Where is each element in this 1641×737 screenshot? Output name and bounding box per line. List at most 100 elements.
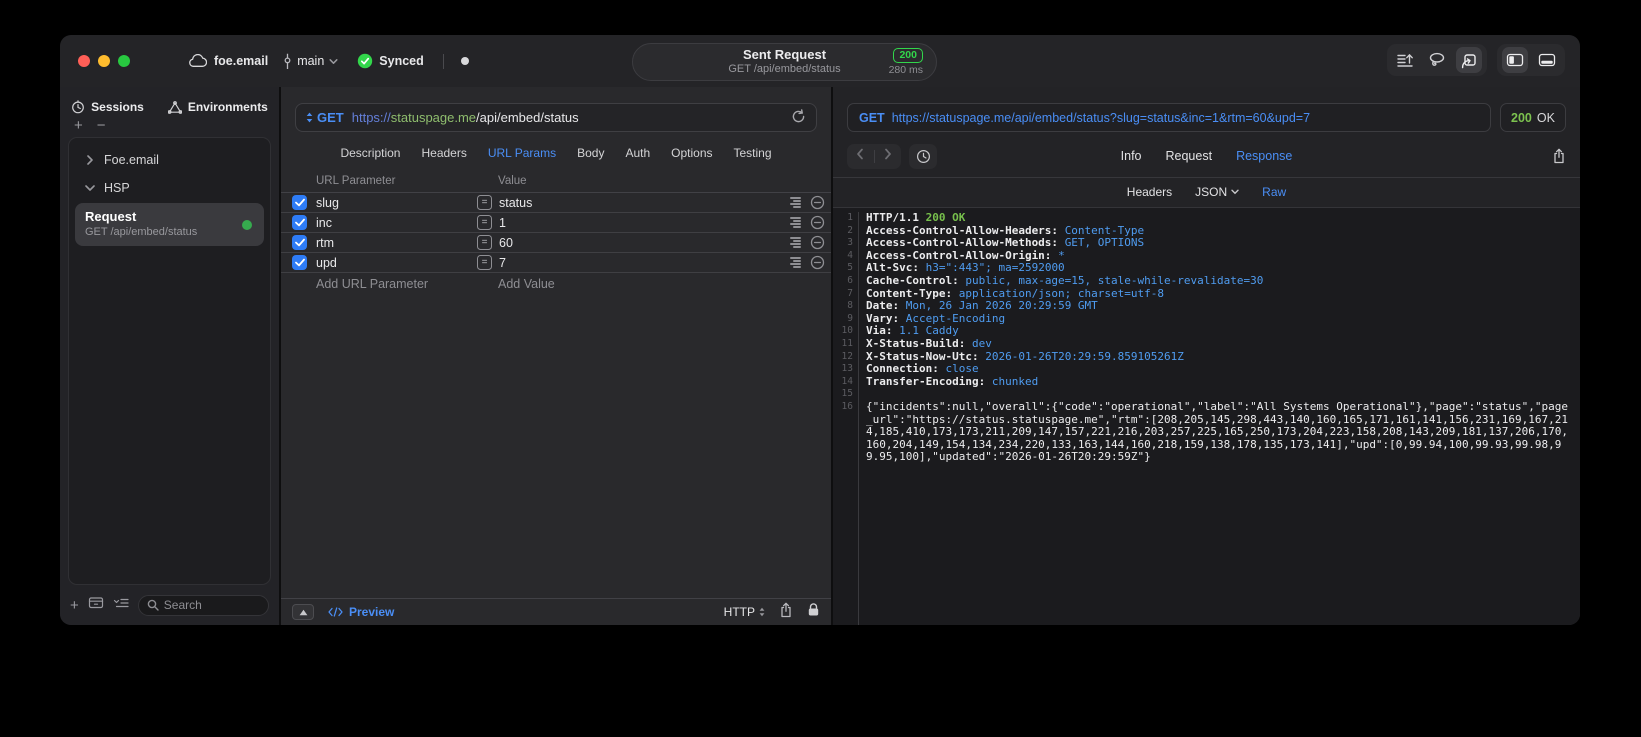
remove-item-button[interactable]: − xyxy=(97,118,106,133)
request-item-title: Request xyxy=(85,209,137,224)
resp-subtab-headers[interactable]: Headers xyxy=(1127,185,1172,199)
tab-testing[interactable]: Testing xyxy=(734,146,772,160)
sidebar-item-foe-email[interactable]: Foe.email xyxy=(69,146,270,174)
param-value-field[interactable]: 1 xyxy=(499,216,790,230)
chevron-left-icon xyxy=(857,148,864,160)
code-line: 16 {"incidents":null,"overall":{"code":"o… xyxy=(833,400,1580,464)
remove-param-button[interactable] xyxy=(810,195,825,210)
history-button[interactable] xyxy=(909,143,937,169)
lasso-button[interactable] xyxy=(1424,47,1450,73)
multiline-value-icon[interactable] xyxy=(790,197,801,208)
param-value-field[interactable]: 60 xyxy=(499,236,790,250)
zoom-window-button[interactable] xyxy=(118,55,130,67)
param-checkbox[interactable] xyxy=(292,235,307,250)
expand-panel-button[interactable] xyxy=(292,604,314,620)
resp-subtab-raw[interactable]: Raw xyxy=(1262,185,1286,199)
resp-subtab-json[interactable]: JSON xyxy=(1195,185,1239,199)
tree-item-label: Foe.email xyxy=(104,153,159,167)
resend-button[interactable] xyxy=(791,108,806,127)
param-name-field[interactable]: inc xyxy=(316,216,477,230)
lock-button[interactable] xyxy=(807,602,820,622)
request-active-dot xyxy=(242,219,252,230)
sessions-panel: Foe.email HSP Request GET /api/embed/stat… xyxy=(68,137,271,585)
param-row: upd = 7 xyxy=(281,253,831,273)
code-icon xyxy=(328,607,343,617)
list-options-button[interactable] xyxy=(113,596,129,614)
tab-auth[interactable]: Auth xyxy=(625,146,650,160)
param-checkbox[interactable] xyxy=(292,255,307,270)
tab-environments[interactable]: Environments xyxy=(167,100,268,114)
export-button[interactable] xyxy=(779,602,793,623)
resp-tab-request[interactable]: Request xyxy=(1166,149,1213,163)
sent-request-pill[interactable]: Sent Request GET /api/embed/status 200 2… xyxy=(632,43,937,81)
tab-url-params[interactable]: URL Params xyxy=(488,146,556,160)
project-name[interactable]: foe.email xyxy=(214,54,268,68)
sidebar-item-request[interactable]: Request GET /api/embed/status xyxy=(75,203,264,246)
method-select[interactable]: GET xyxy=(317,110,344,125)
preview-button[interactable]: Preview xyxy=(328,605,394,619)
sync-status-label: Synced xyxy=(379,54,424,68)
sent-method: GET xyxy=(859,110,885,125)
param-value-field[interactable]: status xyxy=(499,196,790,210)
refresh-icon xyxy=(792,108,805,122)
response-nav: Info Request Response xyxy=(847,143,1566,169)
tab-options[interactable]: Options xyxy=(671,146,712,160)
search-input[interactable]: Search xyxy=(137,594,269,616)
share-response-button[interactable] xyxy=(1552,148,1566,164)
minimize-window-button[interactable] xyxy=(98,55,110,67)
tab-sessions[interactable]: Sessions xyxy=(71,100,144,114)
cloud-icon xyxy=(188,54,207,68)
branch-name: main xyxy=(297,54,325,68)
new-request-button[interactable]: + xyxy=(70,597,79,614)
param-name-field[interactable]: rtm xyxy=(316,236,477,250)
url-bar[interactable]: GET https://statuspage.me/api/embed/stat… xyxy=(295,103,817,132)
branch-selector[interactable]: main xyxy=(283,53,338,70)
remove-param-button[interactable] xyxy=(810,235,825,250)
param-name-field[interactable]: slug xyxy=(316,196,477,210)
resp-tab-info[interactable]: Info xyxy=(1121,149,1142,163)
remove-param-button[interactable] xyxy=(810,255,825,270)
share-icon xyxy=(781,602,791,617)
toggle-bottom-panel-button[interactable] xyxy=(1534,47,1560,73)
sent-url: https://statuspage.me/api/embed/status?s… xyxy=(891,110,1311,125)
multiline-value-icon[interactable] xyxy=(790,257,801,268)
remove-param-button[interactable] xyxy=(810,215,825,230)
multiline-value-icon[interactable] xyxy=(790,217,801,228)
response-raw-view[interactable]: 1 HTTP/1.1 200 OK 2 Access-Control-Allow-He… xyxy=(833,207,1580,625)
add-param-name-field[interactable]: Add URL Parameter xyxy=(316,277,498,291)
toggle-left-sidebar-button[interactable] xyxy=(1502,47,1528,73)
resp-tab-response[interactable]: Response xyxy=(1236,149,1292,163)
new-group-button[interactable] xyxy=(88,596,104,614)
request-duration: 280 ms xyxy=(888,64,923,76)
column-value: Value xyxy=(498,175,527,187)
url-scheme: https:// xyxy=(351,110,391,125)
tab-headers[interactable]: Headers xyxy=(421,146,466,160)
request-queue-button[interactable] xyxy=(1392,47,1418,73)
param-checkbox[interactable] xyxy=(292,215,307,230)
sidebar-left-icon xyxy=(1506,53,1524,67)
list-icon xyxy=(113,598,129,608)
close-window-button[interactable] xyxy=(78,55,90,67)
param-value-field[interactable]: 7 xyxy=(499,256,790,270)
multiline-value-icon[interactable] xyxy=(790,237,801,248)
sent-requests-panel-button[interactable] xyxy=(1456,47,1482,73)
tab-sessions-label: Sessions xyxy=(91,100,144,114)
line-number: 7 xyxy=(833,287,859,301)
param-checkbox[interactable] xyxy=(292,195,307,210)
chevron-down-icon xyxy=(85,184,95,192)
sidebar-item-hsp[interactable]: HSP xyxy=(69,174,270,202)
protocol-select[interactable]: HTTP xyxy=(724,605,765,619)
tab-description[interactable]: Description xyxy=(340,146,400,160)
param-name-field[interactable]: upd xyxy=(316,256,477,270)
param-row: inc = 1 xyxy=(281,213,831,233)
line-number: 9 xyxy=(833,312,859,326)
sent-url-box[interactable]: GET https://statuspage.me/api/embed/stat… xyxy=(847,103,1491,132)
tab-body[interactable]: Body xyxy=(577,146,604,160)
sync-status[interactable]: Synced xyxy=(357,53,424,69)
add-item-button[interactable]: + xyxy=(74,118,83,133)
param-row: rtm = 60 xyxy=(281,233,831,253)
line-number: 2 xyxy=(833,224,859,238)
back-button[interactable] xyxy=(856,147,864,165)
add-param-value-field[interactable]: Add Value xyxy=(498,277,555,291)
forward-button[interactable] xyxy=(884,147,892,165)
